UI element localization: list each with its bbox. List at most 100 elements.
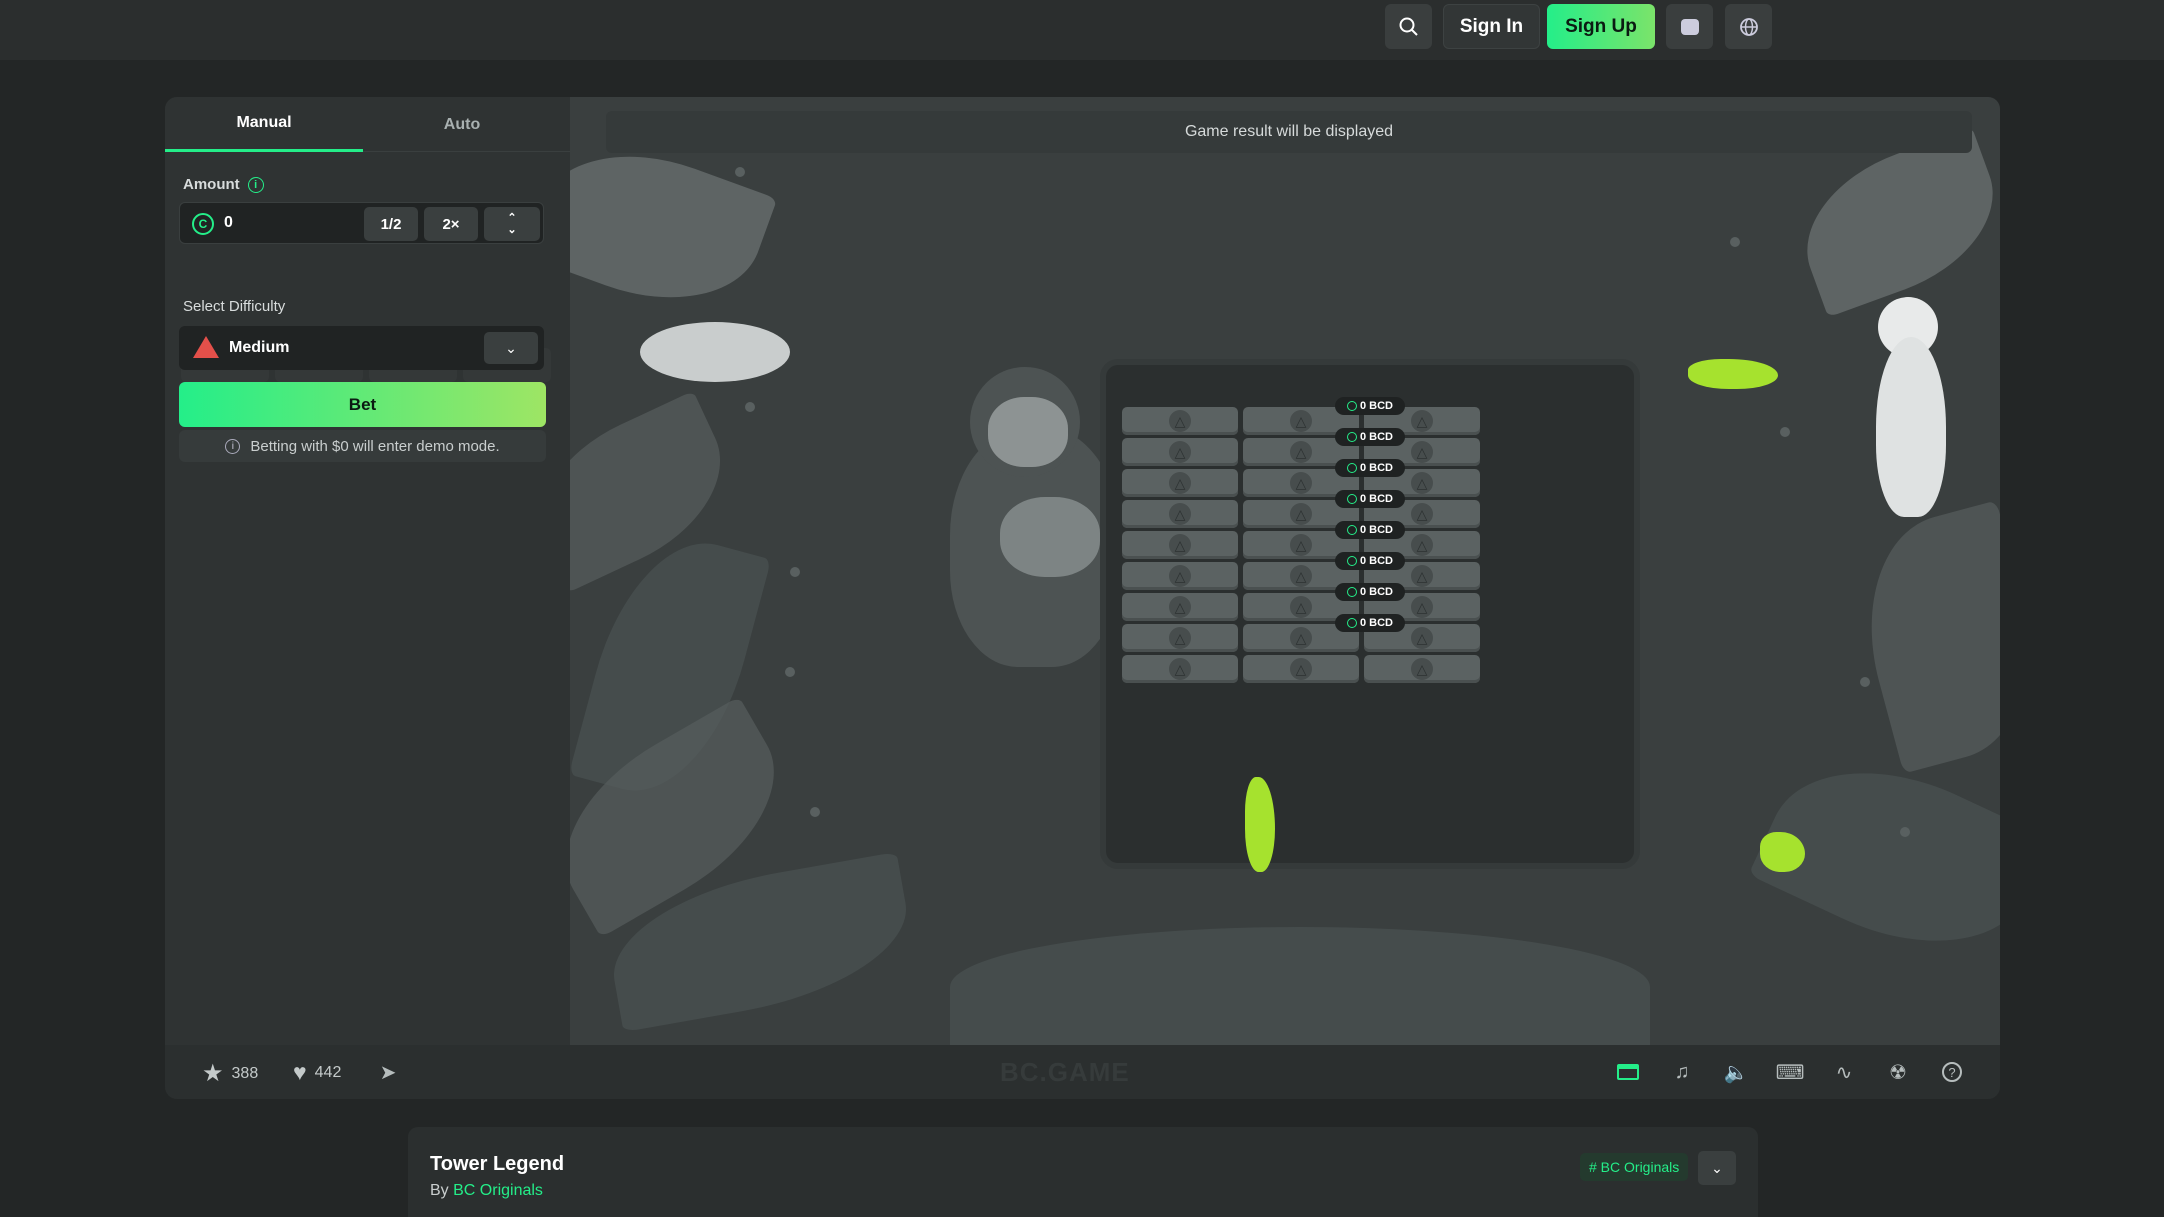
game-stage: Game result will be displayed △ △ △ 0 BCD △ △…	[570, 97, 2000, 1045]
row-payout-text: 0 BCD	[1359, 462, 1393, 474]
chevron-down-icon[interactable]: ⌄	[507, 224, 516, 236]
tower-tile[interactable]: △	[1122, 624, 1238, 652]
game-author: By BC Originals	[430, 1182, 543, 1199]
slime-decoration	[1688, 359, 1778, 389]
ground-decoration	[950, 927, 1650, 1045]
dot-decoration	[1730, 237, 1740, 247]
search-button[interactable]	[1385, 4, 1432, 49]
tower-tile[interactable]: △	[1122, 407, 1238, 435]
row-payout-chip: 0 BCD	[1335, 552, 1405, 570]
row-payout-text: 0 BCD	[1359, 400, 1393, 412]
category-tag[interactable]: # BC Originals	[1580, 1153, 1689, 1181]
triangle-icon: △	[1290, 627, 1312, 649]
amount-label: Amount	[183, 176, 240, 193]
triangle-icon: △	[1411, 627, 1433, 649]
like-button[interactable]: ♥ 442	[293, 1059, 341, 1086]
fairness-icon[interactable]: ☢	[1885, 1059, 1911, 1085]
dot-decoration	[1900, 827, 1910, 837]
triangle-icon: △	[1290, 596, 1312, 618]
triangle-icon: △	[1169, 658, 1191, 680]
music-icon[interactable]: ♫	[1669, 1059, 1695, 1085]
chat-button[interactable]	[1666, 4, 1713, 49]
row-payout-chip: 0 BCD	[1335, 521, 1405, 539]
sign-up-button[interactable]: Sign Up	[1547, 4, 1655, 49]
double-button[interactable]: 2×	[424, 207, 478, 241]
row-payout-text: 0 BCD	[1359, 586, 1393, 598]
star-count: 388	[231, 1064, 259, 1082]
language-button[interactable]	[1725, 4, 1772, 49]
search-icon	[1399, 17, 1418, 36]
amount-input[interactable]: 0	[224, 214, 233, 232]
row-payout-chip: 0 BCD	[1335, 583, 1405, 601]
triangle-icon: △	[1411, 658, 1433, 680]
hotkeys-icon[interactable]: ⌨	[1776, 1059, 1805, 1085]
slime-decoration	[1760, 832, 1805, 872]
bet-button[interactable]: Bet	[179, 382, 546, 427]
screen-mode-icon[interactable]	[1615, 1059, 1641, 1085]
dot-decoration	[1780, 427, 1790, 437]
help-icon[interactable]: ?	[1939, 1059, 1965, 1085]
heart-icon: ♥	[293, 1059, 307, 1085]
difficulty-value: Medium	[229, 339, 290, 356]
dot-decoration	[1860, 677, 1870, 687]
tab-manual[interactable]: Manual	[165, 97, 363, 152]
tower-tile[interactable]: △	[1364, 655, 1480, 683]
triangle-icon: △	[1169, 627, 1191, 649]
coin-icon	[1346, 587, 1357, 597]
amount-stepper[interactable]: ⌃ ⌄	[484, 207, 540, 241]
difficulty-select[interactable]: Medium ⌄	[179, 326, 544, 370]
row-payout-text: 0 BCD	[1359, 493, 1393, 505]
row-payout-text: 0 BCD	[1359, 555, 1393, 567]
tower-tile[interactable]: △	[1122, 655, 1238, 683]
tower-tile[interactable]: △	[1122, 438, 1238, 466]
bet-panel: Manual Auto Amount i C 0 1/2 2× ⌃ ⌄ 1 10…	[165, 97, 570, 1045]
row-payout-chip: 0 BCD	[1335, 614, 1405, 632]
tower-tile[interactable]: △	[1122, 469, 1238, 497]
triangle-icon: △	[1169, 410, 1191, 432]
tower-tile[interactable]: △	[1243, 655, 1359, 683]
chevron-up-icon[interactable]: ⌃	[507, 212, 516, 224]
triangle-icon: △	[1290, 534, 1312, 556]
chevron-down-icon[interactable]: ⌄	[484, 332, 538, 364]
coin-icon	[1346, 401, 1357, 411]
favorite-button[interactable]: ★ 388	[202, 1059, 258, 1088]
tower-board: △ △ △ 0 BCD △ △ △ 0 BCD △ △ △ 0 BCD △ △ △ 0 BCD △ △ △ 0 BCD…	[1100, 359, 1640, 869]
sign-in-button[interactable]: Sign In	[1443, 4, 1540, 49]
triangle-icon: △	[1411, 441, 1433, 463]
game-info-card: Tower Legend By BC Originals # BC Origin…	[408, 1127, 1758, 1217]
demo-notice: i Betting with $0 will enter demo mode.	[179, 430, 546, 462]
tab-auto[interactable]: Auto	[363, 97, 561, 152]
row-payout-text: 0 BCD	[1359, 617, 1393, 629]
triangle-icon: △	[1411, 534, 1433, 556]
info-icon: i	[225, 438, 241, 454]
coin-icon	[1346, 556, 1357, 566]
tower-tile[interactable]: △	[1122, 562, 1238, 590]
chevron-down-icon[interactable]: ⌄	[1698, 1151, 1736, 1185]
parrot-illustration	[1858, 297, 1958, 527]
triangle-icon: △	[1411, 503, 1433, 525]
triangle-icon: △	[1169, 472, 1191, 494]
info-icon[interactable]: i	[247, 176, 264, 193]
sound-icon[interactable]: 🔈	[1723, 1059, 1749, 1085]
row-payout-chip: 0 BCD	[1335, 490, 1405, 508]
game-container: Manual Auto Amount i C 0 1/2 2× ⌃ ⌄ 1 10…	[165, 97, 2000, 1099]
tower-tile[interactable]: △	[1122, 593, 1238, 621]
tower-tile[interactable]: △	[1122, 531, 1238, 559]
dot-decoration	[785, 667, 795, 677]
share-icon[interactable]: ➤	[375, 1059, 401, 1085]
like-count: 442	[314, 1063, 342, 1081]
dot-decoration	[735, 167, 745, 177]
author-link[interactable]: BC Originals	[453, 1182, 543, 1199]
stats-icon[interactable]: ∿	[1831, 1059, 1857, 1085]
demo-notice-text: Betting with $0 will enter demo mode.	[250, 437, 500, 455]
tower-tile[interactable]: △	[1122, 500, 1238, 528]
triangle-icon: △	[1169, 534, 1191, 556]
game-footer: ★ 388 ♥ 442 ➤ BC.GAME ♫ 🔈 ⌨ ∿ ☢ ?	[165, 1045, 2000, 1099]
bcgame-watermark: BC.GAME	[1000, 1057, 1130, 1087]
row-payout-text: 0 BCD	[1359, 431, 1393, 443]
half-button[interactable]: 1/2	[364, 207, 418, 241]
triangle-icon: △	[1290, 472, 1312, 494]
coin-icon	[1346, 618, 1357, 628]
triangle-icon: △	[1290, 441, 1312, 463]
amount-input-box[interactable]: C 0 1/2 2× ⌃ ⌄	[179, 202, 544, 244]
